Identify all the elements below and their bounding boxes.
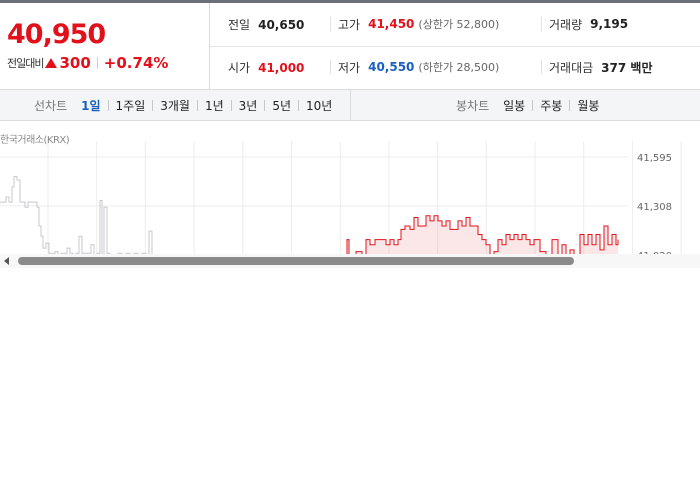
y-tick-label: 41,595 xyxy=(637,153,672,164)
stat-trade-value: 거래대금 377 백만 xyxy=(541,60,653,75)
lower-limit: (하한가 28,500) xyxy=(418,61,500,74)
price-box: 40,950 전일대비 300 +0.74% xyxy=(0,3,210,89)
tab-divider xyxy=(264,99,266,111)
tab-divider xyxy=(107,99,109,111)
divider xyxy=(96,57,98,69)
stat-value: 40,550 xyxy=(368,60,415,74)
stat-high: 고가 41,450 (상한가 52,800) xyxy=(330,17,500,32)
stat-value: 41,000 xyxy=(258,60,305,75)
stat-low: 저가 40,550 (하한가 28,500) xyxy=(330,60,500,75)
stat-label: 전일 xyxy=(228,18,251,32)
change-percent: +0.74% xyxy=(103,54,169,72)
tab-period-6[interactable]: 10년 xyxy=(306,97,332,114)
stat-label: 거래량 xyxy=(549,17,583,32)
stat-label: 시가 xyxy=(228,61,251,75)
scroll-left-icon[interactable] xyxy=(4,257,9,265)
stat-value: 40,650 xyxy=(258,17,305,32)
stat-value: 377 백만 xyxy=(601,60,653,75)
change-row: 전일대비 300 +0.74% xyxy=(7,53,168,73)
quote-panel: 40,950 전일대비 300 +0.74% 전일 40,650 고가 41,4… xyxy=(0,3,700,89)
tab-divider xyxy=(298,99,300,111)
tab-divider xyxy=(532,99,534,111)
current-price: 40,950 xyxy=(7,19,106,50)
stat-volume: 거래량 9,195 xyxy=(541,17,629,32)
tab-divider xyxy=(152,99,154,111)
tab-divider xyxy=(230,99,232,111)
stat-grid: 전일 40,650 고가 41,450 (상한가 52,800) 거래량 9,1… xyxy=(210,3,700,89)
y-tick-label: 41,308 xyxy=(637,202,672,213)
chart-scrollbar[interactable] xyxy=(0,254,700,268)
line-chart-tabs: 선차트 1일 1주일 3개월 1년 3년 5년 10년 xyxy=(34,90,332,120)
tab-group-divider xyxy=(350,90,351,120)
change-amount: 300 xyxy=(59,54,91,72)
stat-label: 거래대금 xyxy=(549,60,594,75)
chart-tab-bar: 선차트 1일 1주일 3개월 1년 3년 5년 10년 봉차트 일봉 주봉 월봉 xyxy=(0,89,700,121)
price-chart: 41,59541,30841,020 한국거래소(KRX) xyxy=(0,121,700,255)
tab-candle-2[interactable]: 월봉 xyxy=(577,97,599,114)
scroll-thumb[interactable] xyxy=(18,257,574,265)
tab-divider xyxy=(569,99,571,111)
tab-period-2[interactable]: 3개월 xyxy=(160,97,190,114)
stat-row-2: 시가 41,000 저가 40,550 (하한가 28,500) 거래대금 37… xyxy=(210,46,700,89)
tab-divider xyxy=(196,99,198,111)
tab-period-0[interactable]: 1일 xyxy=(81,97,100,114)
stat-open: 시가 41,000 xyxy=(228,46,304,89)
tab-candle-0[interactable]: 일봉 xyxy=(503,97,525,114)
data-source: 한국거래소(KRX) xyxy=(0,135,70,146)
stat-prev-close: 전일 40,650 xyxy=(228,3,304,46)
line-chart-label: 선차트 xyxy=(34,98,68,113)
tab-period-3[interactable]: 1년 xyxy=(205,97,224,114)
candle-chart-tabs: 봉차트 일봉 주봉 월봉 xyxy=(456,90,599,120)
upper-limit: (상한가 52,800) xyxy=(418,18,500,31)
stat-label: 고가 xyxy=(338,17,361,32)
stat-label: 저가 xyxy=(338,60,361,75)
tab-period-4[interactable]: 3년 xyxy=(239,97,258,114)
change-label: 전일대비 xyxy=(7,57,44,70)
tab-period-1[interactable]: 1주일 xyxy=(116,97,146,114)
stat-value: 41,450 xyxy=(368,17,415,31)
price-chart-svg: 41,59541,30841,020 xyxy=(0,141,682,255)
stat-value: 9,195 xyxy=(590,17,629,31)
tab-candle-1[interactable]: 주봉 xyxy=(540,97,562,114)
stat-row-1: 전일 40,650 고가 41,450 (상한가 52,800) 거래량 9,1… xyxy=(210,3,700,47)
up-triangle-icon xyxy=(45,58,58,68)
tab-period-5[interactable]: 5년 xyxy=(272,97,291,114)
series-line xyxy=(0,176,153,255)
candle-chart-label: 봉차트 xyxy=(456,98,490,113)
